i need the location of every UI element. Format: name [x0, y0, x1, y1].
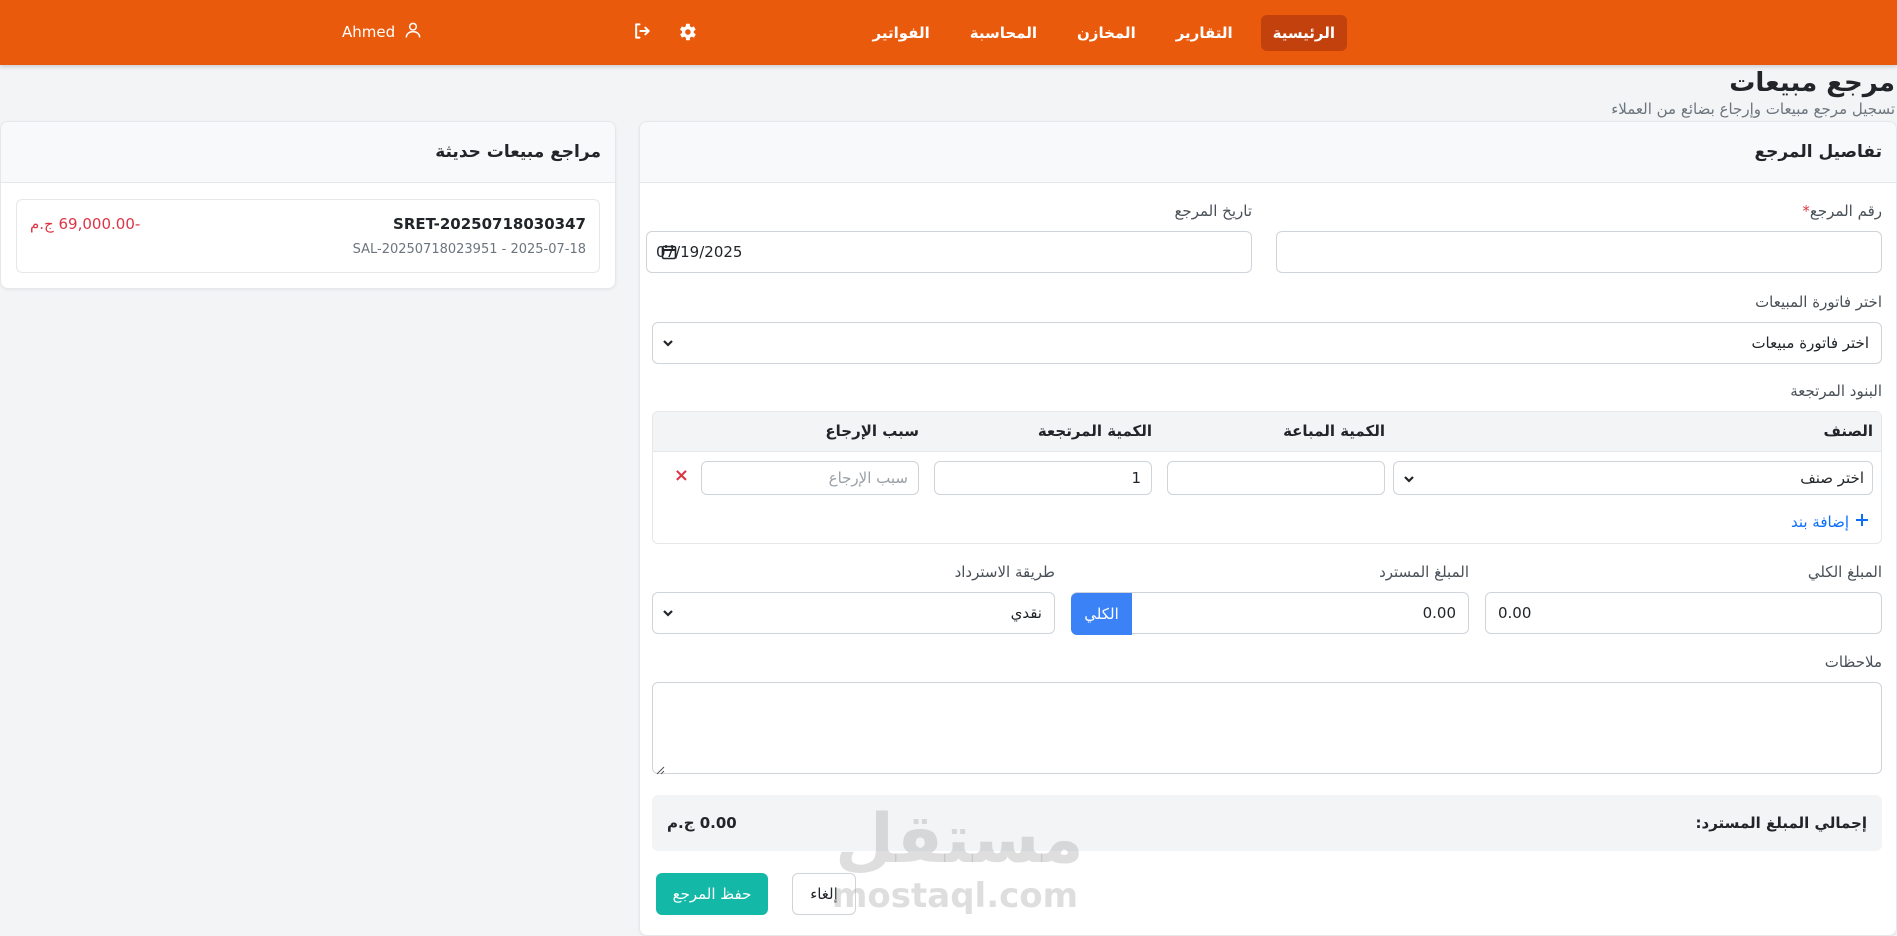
user-icon [403, 20, 423, 44]
date-input[interactable]: 07/19/2025 [646, 231, 1252, 273]
nav-link-warehouses[interactable]: المخازن [1065, 15, 1148, 51]
refund-amount-label: المبلغ المسترد [1379, 563, 1469, 581]
refund-method-label: طريقة الاسترداد [954, 563, 1055, 581]
user-name: Ahmed [342, 23, 396, 41]
returned-qty-input[interactable]: 1 [934, 461, 1152, 495]
page-title: مرجع مبيعات [1729, 68, 1895, 98]
ref-number-label-text: رقم المرجع [1809, 202, 1882, 220]
recent-returns-card: مراجع مبيعات حديثة SRET-20250718030347 S… [0, 121, 616, 289]
ref-number-label: رقم المرجع* [1798, 202, 1882, 220]
return-code: SRET-20250718030347 [393, 215, 586, 233]
col-returned-qty-header: الكمية المرتجعة [1037, 422, 1152, 440]
notes-textarea[interactable] [652, 682, 1882, 775]
chevron-down-icon [1402, 472, 1416, 486]
refund-summary-label: إجمالي المبلغ المسترد: [1695, 814, 1867, 832]
items-table: الصنف الكمية المباعة الكمية المرتجعة سبب… [652, 411, 1882, 544]
sold-qty-input[interactable] [1167, 461, 1385, 495]
nav-link-invoices[interactable]: الفواتير [861, 15, 942, 51]
return-meta: SAL-20250718023951 - 2025-07-18 [352, 242, 586, 257]
notes-label: ملاحظات [1824, 653, 1882, 671]
invoice-select-value: اختر فاتورة مبيعات [1751, 334, 1869, 352]
return-reason-input[interactable]: سبب الإرجاع [701, 461, 919, 495]
top-navbar: الرئيسية التقارير المخازن المحاسبة الفوا… [0, 0, 1897, 65]
nav-links: الرئيسية التقارير المخازن المحاسبة الفوا… [861, 15, 1347, 51]
user-menu[interactable]: Ahmed [342, 20, 423, 44]
resize-handle-icon[interactable] [655, 761, 665, 775]
recent-returns-title: مراجع مبيعات حديثة [435, 142, 601, 162]
col-sold-qty-header: الكمية المباعة [1283, 422, 1385, 440]
items-label: البنود المرتجعة [1790, 382, 1882, 400]
sign-out-icon[interactable] [630, 21, 652, 43]
refund-method-select[interactable]: نقدي [652, 592, 1055, 634]
invoice-label: اختر فاتورة المبيعات [1755, 293, 1882, 311]
item-select[interactable]: اختر صنف [1393, 461, 1873, 495]
required-mark: * [1802, 202, 1810, 220]
refund-summary-value: 0.00 ج.م [667, 814, 737, 832]
total-amount-label: المبلغ الكلي [1807, 563, 1882, 581]
list-item[interactable]: SRET-20250718030347 SAL-20250718023951 -… [16, 199, 600, 273]
refund-method-value: نقدي [1010, 604, 1042, 622]
return-reason-placeholder: سبب الإرجاع [828, 469, 908, 487]
watermark-logo: مستقل [835, 800, 1084, 879]
refund-amount-input[interactable]: 0.00 الكلي [1071, 592, 1469, 635]
watermark-url: mostaql.com [832, 876, 1079, 916]
full-refund-button[interactable]: الكلي [1071, 593, 1132, 635]
return-form-card-header: تفاصيل المرجع [640, 122, 1896, 183]
return-form-card: تفاصيل المرجع رقم المرجع* تاريخ المرجع 0… [639, 121, 1897, 936]
save-button[interactable]: حفظ المرجع [656, 873, 768, 915]
nav-link-home[interactable]: الرئيسية [1260, 15, 1347, 51]
col-item-header: الصنف [1823, 422, 1873, 440]
calendar-icon[interactable] [661, 244, 677, 260]
date-label: تاريخ المرجع [1174, 202, 1252, 220]
returned-qty-value: 1 [1131, 469, 1141, 487]
col-reason-header: سبب الإرجاع [825, 422, 919, 440]
plus-icon [1855, 513, 1869, 531]
chevron-down-icon [661, 336, 675, 350]
ref-number-input[interactable] [1276, 231, 1882, 273]
gear-icon[interactable] [676, 21, 698, 43]
refund-amount-value: 0.00 [1422, 604, 1456, 622]
return-amount: -69,000.00 ج.م [30, 215, 141, 233]
add-item-button[interactable]: إضافة بند [1791, 513, 1869, 531]
item-select-value: اختر صنف [1800, 469, 1864, 487]
nav-link-accounting[interactable]: المحاسبة [958, 15, 1049, 51]
page-subtitle: تسجيل مرجع مبيعات وإرجاع بضائع من العملا… [1611, 100, 1895, 118]
recent-returns-card-header: مراجع مبيعات حديثة [1, 122, 615, 183]
total-amount-value: 0.00 [1498, 604, 1532, 622]
invoice-select[interactable]: اختر فاتورة مبيعات [652, 322, 1882, 364]
items-table-header: الصنف الكمية المباعة الكمية المرتجعة سبب… [653, 412, 1881, 452]
nav-link-reports[interactable]: التقارير [1164, 15, 1245, 51]
remove-item-button[interactable]: × [674, 465, 689, 486]
add-item-label: إضافة بند [1790, 513, 1849, 531]
total-amount-input[interactable]: 0.00 [1485, 592, 1882, 634]
chevron-down-icon [661, 606, 675, 620]
return-form-card-title: تفاصيل المرجع [1754, 142, 1882, 162]
